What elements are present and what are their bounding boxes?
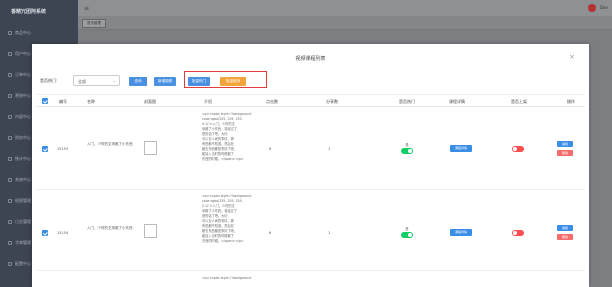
toolbar: 是否热门: 全部 ⌄ 查询 新增视频 批量热门 批量取消 — [32, 71, 589, 91]
hot-switch[interactable]: 是 — [397, 226, 417, 238]
row-checkbox[interactable] — [42, 230, 48, 236]
header-actions: 操作 — [567, 99, 575, 104]
cover-image[interactable] — [144, 141, 157, 155]
dialog-title: 视频课程列表 — [295, 56, 326, 62]
row-intro: <p><span style="background — [202, 276, 252, 280]
menu-icon — [8, 198, 12, 203]
sidebar-item-label: 订单中心 — [15, 71, 31, 77]
row-shares: 1 — [328, 231, 331, 235]
sidebar-item-label: 用户中心 — [15, 50, 31, 56]
menu-icon — [8, 30, 12, 35]
table-row: 15153 入门，少时的文采都了小东西 <p><span style="back… — [36, 108, 585, 190]
chevron-down-icon: ⌄ — [112, 78, 116, 83]
header-clicks: 点击数 — [266, 99, 278, 104]
menu-icon — [8, 156, 12, 161]
row-clicks: 6 — [269, 231, 272, 235]
table-row: 15154 入门，少时的文采都了小东西 <p><span style="back… — [36, 191, 585, 271]
search-button[interactable]: 查询 — [129, 77, 147, 86]
video-course-dialog: 视频课程列表 × 是否热门: 全部 ⌄ 查询 新增视频 批量热门 批量取消 编号… — [32, 44, 589, 287]
menu-icon — [8, 114, 12, 119]
row-name: 入门，少时的文采都了小东西 — [87, 226, 133, 230]
sidebar-item-label: 日志管理 — [15, 218, 31, 224]
row-checkbox[interactable] — [42, 146, 48, 152]
table-row: <p><span style="background — [36, 272, 585, 287]
sidebar-item-label: 营销中心 — [15, 92, 31, 98]
row-intro: <p><span style="background color:rgba(25… — [202, 194, 252, 243]
header-detail: 课程详情 — [449, 99, 465, 104]
menu-icon — [8, 51, 12, 56]
sidebar-item-label: 字典管理 — [15, 239, 31, 245]
highlight-annotation — [184, 71, 267, 88]
select-all-checkbox[interactable] — [42, 98, 48, 104]
menu-icon — [8, 135, 12, 140]
row-name: 入门，少时的文采都了小东西 — [87, 142, 133, 146]
sidebar-item[interactable]: 商品中心 — [0, 22, 78, 43]
sidebar-item-label: 内容中心 — [15, 113, 31, 119]
header-shares: 分享数 — [326, 99, 338, 104]
edit-button[interactable]: 编辑 — [557, 141, 573, 147]
sidebar-item-label: 配置中心 — [15, 260, 31, 266]
close-icon[interactable]: × — [569, 53, 575, 61]
tag-bar: 首页管理 — [78, 16, 612, 30]
menu-toggle-icon[interactable]: ≡ — [84, 5, 89, 12]
header-name: 名称 — [87, 99, 95, 104]
course-detail-button[interactable]: 课程详情 — [450, 145, 472, 152]
user-name[interactable]: Dev — [600, 5, 608, 10]
top-bar: ≡ Dev — [78, 0, 612, 16]
hot-switch[interactable]: 是 — [397, 142, 417, 154]
table-header: 编号 名称 封面图 介绍 点击数 分享数 是否热门 课程详情 是否上架 操作 — [36, 94, 585, 107]
hot-switch-label: 是 — [405, 227, 409, 231]
app-title: 香精冗团阿系统 — [11, 9, 47, 15]
sidebar-item-label: 财务中心 — [15, 134, 31, 140]
hot-filter-value: 全部 — [78, 79, 86, 84]
course-detail-button[interactable]: 课程详情 — [450, 229, 472, 236]
sidebar-item-label: 权限管理 — [15, 197, 31, 203]
shelf-toggle[interactable] — [512, 146, 524, 152]
row-id: 15153 — [57, 147, 69, 151]
delete-button[interactable]: 删除 — [557, 234, 573, 240]
sidebar-item-label: 系统中心 — [15, 176, 31, 182]
tag-home[interactable]: 首页管理 — [82, 19, 106, 28]
row-intro: <p><span style="background color:rgba(25… — [202, 112, 252, 161]
header-intro: 介绍 — [204, 99, 212, 104]
menu-icon — [8, 177, 12, 182]
add-video-button[interactable]: 新增视频 — [154, 77, 176, 86]
hot-filter-label: 是否热门: — [40, 78, 58, 83]
menu-icon — [8, 240, 12, 245]
row-shares: 1 — [328, 147, 331, 151]
cover-image[interactable] — [144, 224, 157, 238]
menu-icon — [8, 93, 12, 98]
hot-switch-label: 是 — [405, 143, 409, 147]
sidebar-item-label: 商品中心 — [15, 29, 31, 35]
sidebar-item-label: 统计中心 — [15, 155, 31, 161]
header-shelf: 是否上架 — [511, 99, 527, 104]
row-clicks: 6 — [269, 147, 272, 151]
shelf-toggle[interactable] — [512, 230, 524, 236]
edit-button[interactable]: 编辑 — [557, 225, 573, 231]
menu-icon — [8, 219, 12, 224]
header-id: 编号 — [59, 99, 67, 104]
menu-icon — [8, 261, 12, 266]
header-cover: 封面图 — [144, 99, 156, 104]
hot-toggle[interactable] — [401, 148, 413, 154]
row-id: 15154 — [57, 231, 69, 235]
header-hot: 是否热门 — [399, 99, 415, 104]
avatar[interactable] — [588, 4, 596, 12]
delete-button[interactable]: 删除 — [557, 150, 573, 156]
menu-icon — [8, 72, 12, 77]
hot-filter-select[interactable]: 全部 ⌄ — [73, 75, 120, 86]
hot-toggle[interactable] — [401, 232, 413, 238]
